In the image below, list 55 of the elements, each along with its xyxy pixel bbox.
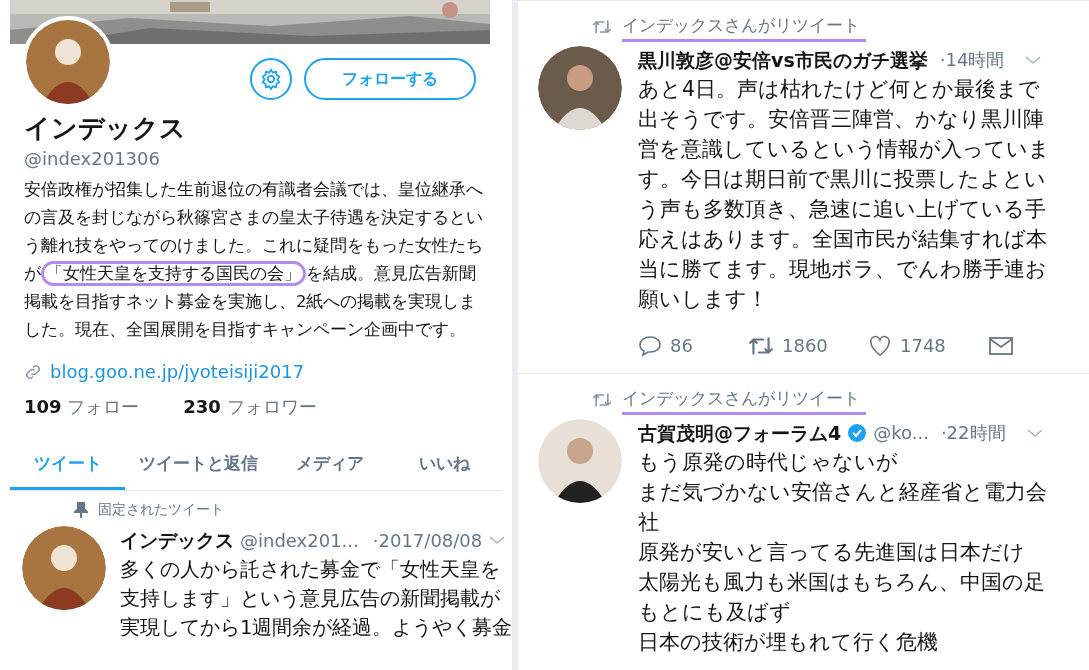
profile-handle: @index201306	[24, 147, 160, 171]
like-icon[interactable]	[868, 333, 892, 358]
profile-bio: 安倍政権が招集した生前退位の有識者会議では、皇位継承への言及を封じながら秋篠宮さまの皇太子待遇を決定するという離れ技をやってのけました。これに疑問をもった女性たちが 「女性天皇を支持する国民の会」 を結成。意見広告新聞掲載を目指すネット募金を実施し、2紙への掲載を実現しました。現在、全国展開を目指すキャンペーン企画中です。	[24, 179, 484, 341]
like-count: 1748	[900, 334, 946, 358]
retweet-label: インデックスさんがリツイート	[622, 13, 866, 42]
profile-tab[interactable]: ツイートと返信	[125, 440, 272, 490]
tweet-text-line: す。今日は期日前で黒川に投票したよとい	[638, 166, 1047, 193]
mail-icon[interactable]	[988, 334, 1014, 357]
author-name[interactable]: インデックス	[120, 526, 234, 555]
followers-count[interactable]: 230 フォロワー	[183, 393, 317, 420]
reply-count: 86	[670, 334, 693, 358]
follow-button[interactable]: フォローする	[304, 58, 476, 100]
tweet-text-line: 社	[638, 509, 660, 536]
settings-button[interactable]	[250, 58, 292, 100]
retweet-count: 1860	[782, 334, 828, 358]
verified-icon	[847, 422, 868, 443]
tweet-text-line: もとにも及ばず	[638, 599, 792, 626]
following-count[interactable]: 109 フォロー	[24, 393, 140, 420]
tweet-text-line: 出そうです。安倍晋三陣営、かなり黒川陣	[638, 106, 1045, 133]
profile-tab[interactable]: ツイート	[10, 440, 125, 490]
tweet-text-line: あと4日。声は枯れたけど何とか最後まで	[638, 76, 1042, 103]
avatar[interactable]	[538, 45, 622, 130]
profile-tab[interactable]: いいね	[387, 440, 502, 490]
tweet-text-line: 当に勝てます。現地ボラ、でんわ勝手連お	[638, 256, 1048, 283]
pin-icon	[74, 501, 88, 518]
author-name[interactable]: 黒川敦彦@安倍vs市民のガチ選挙	[638, 45, 928, 74]
tweet-text-line: 太陽光も風力も米国はもちろん、中国の足	[638, 569, 1046, 596]
retweet-label: インデックスさんがリツイート	[622, 386, 866, 415]
profile-link[interactable]: blog.goo.ne.jp/jyoteisiji2017	[50, 358, 305, 385]
tweet-time: ·22時間	[940, 421, 1006, 446]
profile-tab[interactable]: メディア	[272, 440, 387, 490]
link-icon	[24, 362, 42, 381]
profile-name: インデックス	[24, 112, 186, 145]
avatar[interactable]	[22, 526, 106, 610]
reply-icon[interactable]	[638, 333, 662, 358]
settings-icon	[260, 68, 282, 90]
tweet-text-line: まだ気づかない安倍さんと経産省と電力会	[638, 479, 1047, 506]
tweet-text-line: 営を意識しているという情報が入っていま	[638, 136, 1050, 163]
avatar[interactable]	[538, 418, 622, 503]
tweet-text-line: 原発が安いと言ってる先進国は日本だけ	[638, 539, 1026, 566]
avatar[interactable]	[26, 20, 110, 104]
author-handle: @ko...	[873, 421, 929, 446]
author-handle: @index201...	[240, 528, 359, 553]
tweet-text-line: もう原発の時代じゃないが	[638, 449, 899, 476]
tweet-text-line: 応えはあります。全国市民が結集すれば本	[638, 226, 1048, 253]
tweet-text-line: う声も多数頂き、急速に追い上げている手	[638, 196, 1047, 223]
tweet-text-line: 多くの人から託された募金で「女性天皇を	[120, 556, 501, 583]
tweet-text-line: 実現してから1週間余が経過。ようやく募金	[120, 614, 512, 641]
tweet-text-line: 願いします！	[638, 286, 769, 313]
tweet-time: ·2017/08/08	[372, 528, 483, 553]
tweet-time: ·14時間	[939, 48, 1005, 73]
pinned-label: 固定されたツイート	[98, 500, 224, 519]
author-name[interactable]: 古賀茂明@フォーラム4	[638, 418, 842, 447]
tweet-text-line: 支持します」という意見広告の新聞掲載が	[120, 585, 501, 612]
tweet-text-line: 日本の技術が埋もれて行く危機	[638, 629, 939, 656]
